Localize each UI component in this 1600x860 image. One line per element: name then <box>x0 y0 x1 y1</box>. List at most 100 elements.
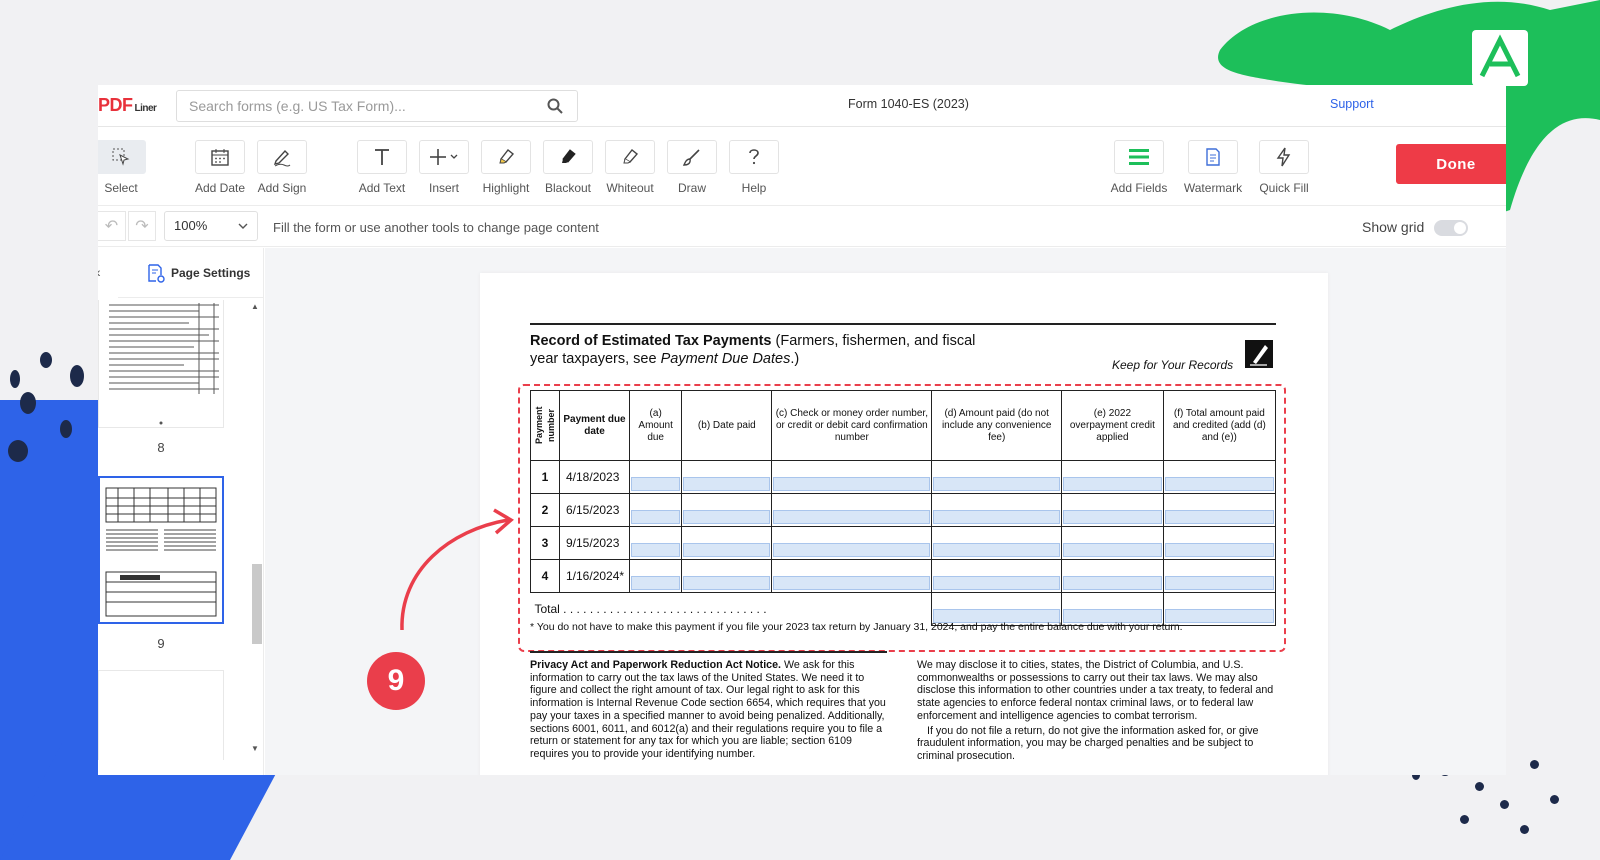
form-title-line2-b: .) <box>790 351 800 367</box>
zoom-value: 100% <box>174 218 208 233</box>
chevron-down-icon <box>238 223 248 229</box>
amount-paid-field[interactable] <box>931 559 1063 593</box>
privacy-rule <box>530 651 887 653</box>
background-dot <box>1475 782 1484 791</box>
privacy-notice-right: We may disclose it to cities, states, th… <box>917 659 1277 763</box>
col-date-paid: (b) Date paid <box>681 390 773 461</box>
add-text-button[interactable]: Add Text <box>352 140 412 195</box>
pdf-page: Record of Estimated Tax Payments (Farmer… <box>480 273 1328 775</box>
col-overpayment: (e) 2022 overpayment credit applied <box>1061 390 1164 461</box>
blackout-button[interactable]: Blackout <box>538 140 598 195</box>
total-paid-field[interactable] <box>1162 559 1277 593</box>
watermark-button[interactable]: Watermark <box>1183 140 1243 195</box>
keep-records-icon <box>1245 340 1273 368</box>
keep-records-note: Keep for Your Records <box>1112 358 1234 372</box>
amount-paid-field[interactable] <box>931 526 1063 560</box>
scroll-down-icon[interactable]: ▼ <box>251 744 259 753</box>
page-thumbnail-8[interactable] <box>98 300 224 428</box>
amount-due-field[interactable] <box>628 559 683 593</box>
amount-due-field[interactable] <box>628 460 683 494</box>
overpayment-field[interactable] <box>1061 493 1164 527</box>
table-row: 3 9/15/2023 <box>530 526 1277 560</box>
add-fields-button[interactable]: Add Fields <box>1109 140 1169 195</box>
page-thumbnail-9[interactable] <box>98 476 224 624</box>
table-row: 1 4/18/2023 <box>530 460 1277 494</box>
thumbnail-scrollbar[interactable]: ▲ ▼ <box>250 302 262 754</box>
background-dot <box>1530 760 1539 769</box>
page-preview <box>109 303 219 425</box>
quick-fill-label: Quick Fill <box>1259 181 1309 195</box>
page-settings-label: Page Settings <box>171 265 251 280</box>
estimated-payments-table: Payment number Payment due date (a) Amou… <box>530 390 1277 626</box>
form-title-line2-italic: Payment Due Dates <box>660 351 791 367</box>
overpayment-field[interactable] <box>1061 526 1164 560</box>
show-grid-toggle[interactable] <box>1434 220 1468 236</box>
total-paid-field[interactable] <box>1162 460 1277 494</box>
support-link[interactable]: Support <box>1330 97 1374 111</box>
thumbnail-list: 8 9 <box>98 300 248 760</box>
date-paid-field[interactable] <box>681 493 773 527</box>
page-thumbnail-10[interactable] <box>98 670 224 760</box>
payment-due-date: 4/18/2023 <box>559 460 630 494</box>
add-date-button[interactable]: Add Date <box>190 140 250 195</box>
search-icon[interactable] <box>547 98 563 119</box>
background-dot <box>1520 825 1529 834</box>
redo-button[interactable]: ↷ <box>128 211 156 241</box>
draw-label: Draw <box>677 181 706 195</box>
highlighter-icon <box>499 149 515 164</box>
total-paid-field[interactable] <box>1162 526 1277 560</box>
background-dot <box>10 370 20 388</box>
document-title: Form 1040-ES (2023) <box>848 97 969 111</box>
page-settings-button[interactable]: Page Settings <box>118 248 264 298</box>
show-grid-label: Show grid <box>1362 219 1425 235</box>
overpayment-field[interactable] <box>1061 460 1164 494</box>
search-input[interactable] <box>177 91 537 121</box>
amount-paid-field[interactable] <box>931 493 1063 527</box>
amount-due-field[interactable] <box>628 526 683 560</box>
logo-text: PDF <box>98 95 133 115</box>
date-paid-field[interactable] <box>681 526 773 560</box>
overpayment-field[interactable] <box>1061 559 1164 593</box>
col-payment-number: Payment number <box>530 390 560 461</box>
payment-due-date: 1/16/2024* <box>559 559 630 593</box>
date-paid-field[interactable] <box>681 460 773 494</box>
date-paid-field[interactable] <box>681 559 773 593</box>
background-dot <box>1500 800 1509 809</box>
pdfliner-logo[interactable]: PDF Liner <box>98 95 157 116</box>
confirmation-field[interactable] <box>771 460 933 494</box>
col-amount-paid: (d) Amount paid (do not include any conv… <box>931 390 1063 461</box>
form-title-line2-a: year taxpayers, see <box>530 351 661 367</box>
amount-due-field[interactable] <box>628 493 683 527</box>
scroll-up-icon[interactable]: ▲ <box>251 302 259 311</box>
collapse-panel-icon[interactable]: ‹ <box>98 264 101 280</box>
add-sign-button[interactable]: Add Sign <box>252 140 312 195</box>
payment-number: 2 <box>530 493 560 527</box>
text-icon <box>375 149 389 165</box>
draw-button[interactable]: Draw <box>662 140 722 195</box>
payment-due-date: 6/15/2023 <box>559 493 630 527</box>
insert-button[interactable]: Insert <box>414 140 474 195</box>
page-preview <box>105 487 217 617</box>
done-button[interactable]: Done <box>1396 144 1506 184</box>
disclosure-text: We may disclose it to cities, states, th… <box>917 659 1274 722</box>
undo-button[interactable]: ↶ <box>98 211 126 241</box>
confirmation-field[interactable] <box>771 526 933 560</box>
annotation-arrow <box>400 508 514 631</box>
undo-icon: ↶ <box>104 218 119 235</box>
zoom-select[interactable]: 100% <box>164 211 258 241</box>
highlight-button[interactable]: Highlight <box>476 140 536 195</box>
whiteout-button[interactable]: Whiteout <box>600 140 660 195</box>
background-dot <box>40 352 52 368</box>
calendar-icon <box>211 149 229 166</box>
app-header: PDFLiner Form 1040-ES (2023) Support <box>98 85 1506 127</box>
total-paid-field[interactable] <box>1162 493 1277 527</box>
form-title-bold: Record of Estimated Tax Payments <box>530 333 772 349</box>
confirmation-field[interactable] <box>771 559 933 593</box>
insert-label: Insert <box>428 181 459 195</box>
select-tool-button[interactable]: Select <box>98 140 151 195</box>
help-button[interactable]: Help <box>724 140 784 195</box>
scrollbar-thumb[interactable] <box>252 564 262 644</box>
amount-paid-field[interactable] <box>931 460 1063 494</box>
quick-fill-button[interactable]: Quick Fill <box>1254 140 1314 195</box>
confirmation-field[interactable] <box>771 493 933 527</box>
